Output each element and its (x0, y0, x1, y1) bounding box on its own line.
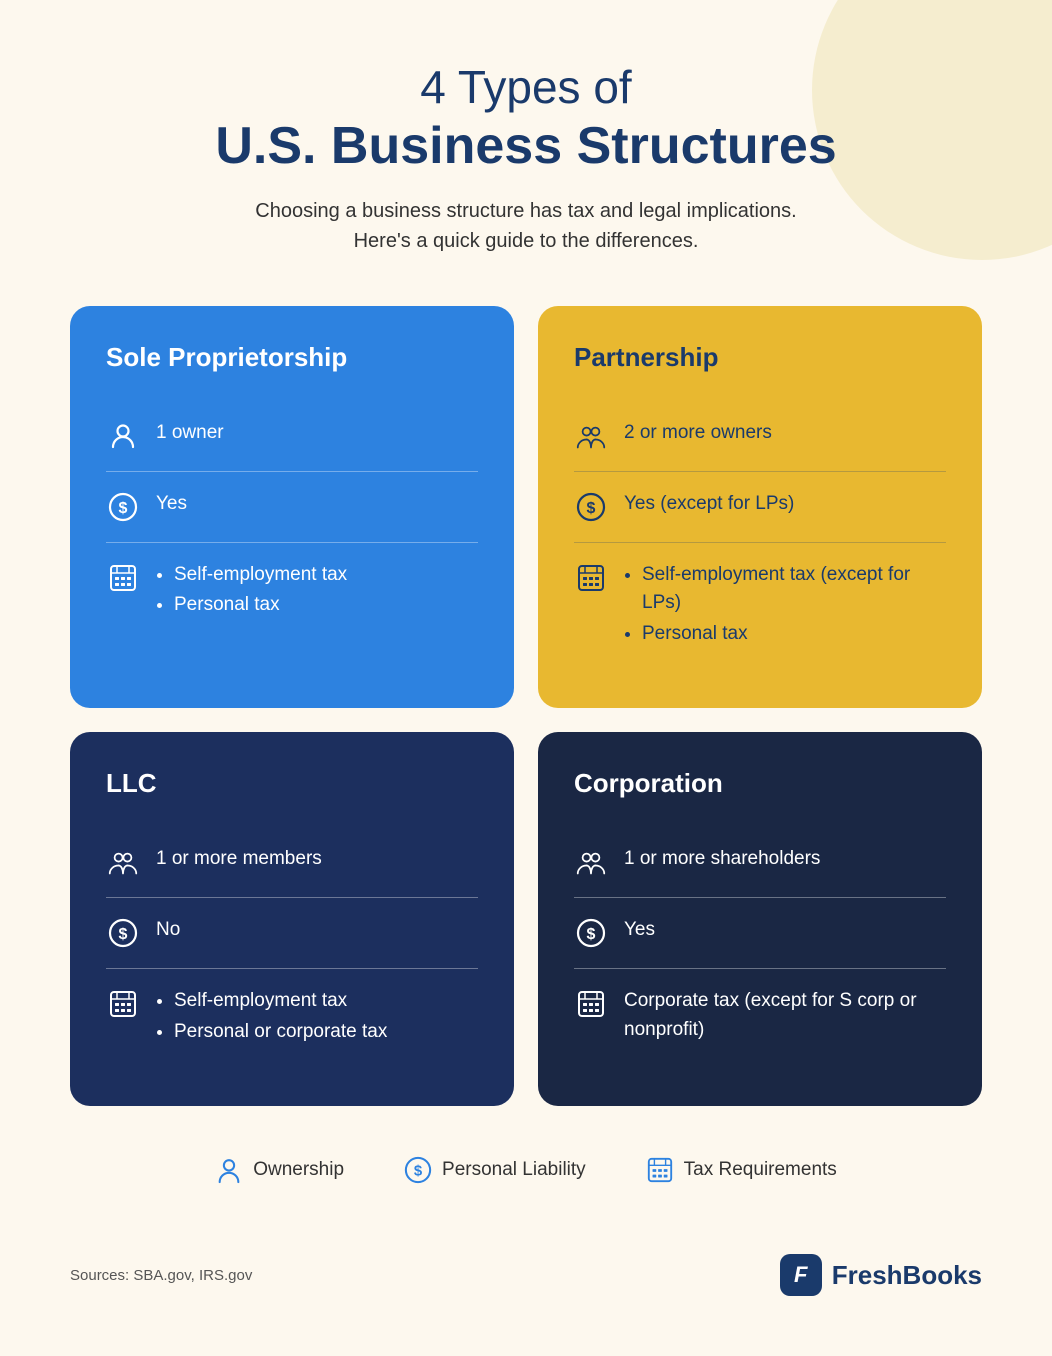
svg-text:$: $ (587, 500, 596, 517)
header-subtitle: Choosing a business structure has tax an… (246, 196, 806, 256)
svg-text:$: $ (414, 1163, 423, 1180)
sole-tax-text: Self-employment tax Personal tax (156, 561, 347, 622)
tax-icon (106, 561, 140, 595)
page-header: 4 Types of U.S. Business Structures Choo… (70, 60, 982, 256)
sources-text: Sources: SBA.gov, IRS.gov (70, 1267, 252, 1284)
source-irs[interactable]: IRS.gov (199, 1267, 252, 1284)
llc-liability-row: $ No (106, 898, 478, 969)
legend-tax-label: Tax Requirements (684, 1159, 837, 1181)
page-footer: Sources: SBA.gov, IRS.gov F FreshBooks (70, 1244, 982, 1296)
legend-ownership: Ownership (215, 1156, 344, 1184)
partnership-tax-row: Self-employment tax (except for LPs) Per… (574, 543, 946, 669)
cards-grid: Sole Proprietorship 1 owner $ (70, 306, 982, 1107)
freshbooks-brand: F FreshBooks (780, 1254, 982, 1296)
partnership-liability-row: $ Yes (except for LPs) (574, 472, 946, 543)
llc-tax-row: Self-employment tax Personal or corporat… (106, 969, 478, 1066)
tax-icon-partnership (574, 561, 608, 595)
liability-icon-partnership: $ (574, 490, 608, 524)
partnership-liability-text: Yes (except for LPs) (624, 490, 794, 519)
card-partnership: Partnership 2 or more owners (538, 306, 982, 709)
ownership-icon (106, 419, 140, 453)
legend-ownership-icon (215, 1156, 243, 1184)
svg-text:$: $ (119, 500, 128, 517)
legend-ownership-label: Ownership (253, 1159, 344, 1181)
sole-title: Sole Proprietorship (106, 342, 478, 373)
ownership-icon-partnership (574, 419, 608, 453)
partnership-tax-text: Self-employment tax (except for LPs) Per… (624, 561, 946, 651)
tax-icon-llc (106, 987, 140, 1021)
corporation-ownership-text: 1 or more shareholders (624, 845, 820, 874)
legend: Ownership $ Personal Liability (70, 1156, 982, 1184)
llc-ownership-row: 1 or more members (106, 827, 478, 898)
corporation-tax-text: Corporate tax (except for S corp or nonp… (624, 987, 946, 1044)
card-corporation: Corporation 1 or more shareholders (538, 732, 982, 1106)
ownership-icon-corporation (574, 845, 608, 879)
source-sba[interactable]: SBA.gov (133, 1267, 190, 1284)
tax-icon-corporation (574, 987, 608, 1021)
llc-ownership-text: 1 or more members (156, 845, 322, 874)
legend-liability-icon: $ (404, 1156, 432, 1184)
svg-text:$: $ (587, 926, 596, 943)
partnership-ownership-row: 2 or more owners (574, 401, 946, 472)
title-light: 4 Types of (70, 60, 982, 115)
liability-icon: $ (106, 490, 140, 524)
freshbooks-name: FreshBooks (832, 1260, 982, 1291)
partnership-ownership-text: 2 or more owners (624, 419, 772, 448)
liability-icon-llc: $ (106, 916, 140, 950)
sole-liability-text: Yes (156, 490, 187, 519)
legend-liability-label: Personal Liability (442, 1159, 586, 1181)
llc-tax-text: Self-employment tax Personal or corporat… (156, 987, 387, 1048)
freshbooks-icon: F (780, 1254, 822, 1296)
sole-tax-row: Self-employment tax Personal tax (106, 543, 478, 640)
corporation-tax-row: Corporate tax (except for S corp or nonp… (574, 969, 946, 1062)
sole-ownership-row: 1 owner (106, 401, 478, 472)
llc-liability-text: No (156, 916, 180, 945)
legend-liability: $ Personal Liability (404, 1156, 586, 1184)
card-sole-proprietorship: Sole Proprietorship 1 owner $ (70, 306, 514, 709)
corporation-title: Corporation (574, 768, 946, 799)
sole-ownership-text: 1 owner (156, 419, 224, 448)
corporation-ownership-row: 1 or more shareholders (574, 827, 946, 898)
ownership-icon-llc (106, 845, 140, 879)
corporation-liability-text: Yes (624, 916, 655, 945)
liability-icon-corporation: $ (574, 916, 608, 950)
llc-title: LLC (106, 768, 478, 799)
partnership-title: Partnership (574, 342, 946, 373)
legend-tax-icon (646, 1156, 674, 1184)
svg-text:$: $ (119, 926, 128, 943)
title-bold: U.S. Business Structures (70, 115, 982, 177)
card-llc: LLC 1 or more members (70, 732, 514, 1106)
corporation-liability-row: $ Yes (574, 898, 946, 969)
legend-tax: Tax Requirements (646, 1156, 837, 1184)
sole-liability-row: $ Yes (106, 472, 478, 543)
